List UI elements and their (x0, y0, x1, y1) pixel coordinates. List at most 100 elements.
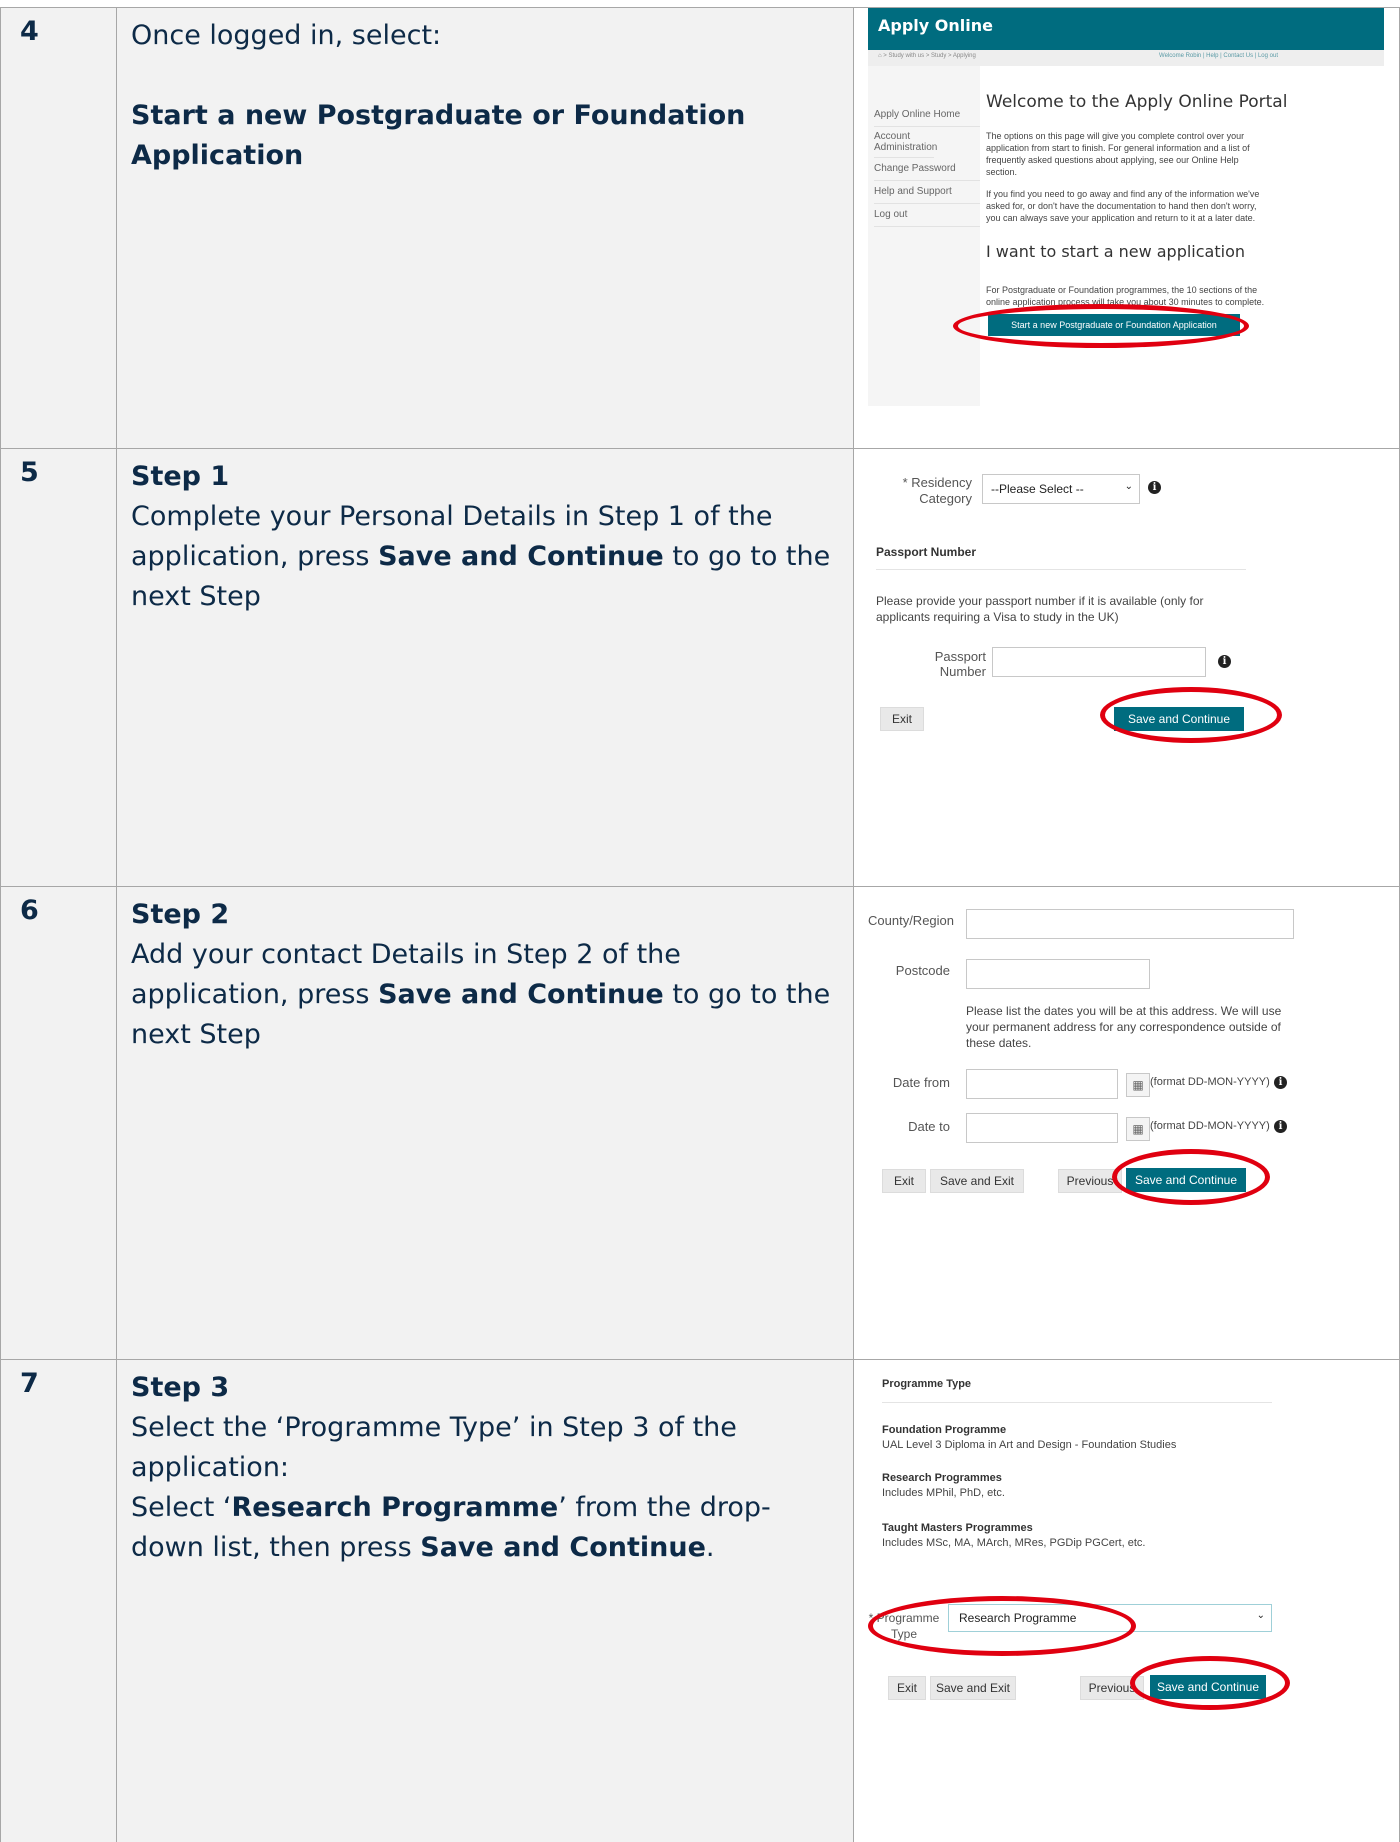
taught-title: Taught Masters Programmes (882, 1522, 1033, 1534)
info-icon[interactable]: i (1148, 481, 1161, 494)
row-number: 7 (20, 1368, 39, 1399)
passport-note: Please provide your passport number if i… (876, 594, 1204, 624)
divider (876, 569, 1246, 570)
research-title: Research Programmes (882, 1472, 1002, 1484)
step1-screenshot-cell: * Residency Category --Please Select -- … (854, 449, 1400, 886)
previous-button[interactable]: Previous (1080, 1676, 1144, 1700)
table-border (0, 8, 1, 1842)
county-label: County/Region (868, 913, 954, 928)
portal-screenshot: Apply Online ⌂ > Study with us > Study >… (868, 8, 1384, 406)
row-6-number-cell: 6 (0, 887, 116, 1359)
row-5-text-bold: Save and Continue (378, 541, 664, 572)
table-border (0, 448, 1400, 449)
instruction-table: 4 Once logged in, select: Start a new Po… (0, 0, 1400, 1842)
info-icon[interactable]: i (1274, 1120, 1287, 1133)
date-from-label: Date from (892, 1075, 950, 1090)
passport-input[interactable] (992, 647, 1206, 677)
row-6-text-bold: Save and Continue (378, 979, 664, 1010)
portal-para3: For Postgraduate or Foundation programme… (986, 285, 1265, 307)
passport-heading: Passport Number (876, 545, 977, 559)
menu-item-home[interactable]: Apply Online Home (874, 104, 980, 127)
row-4-bold-line: Start a new Postgraduate or Foundation A… (131, 100, 746, 171)
step2-screenshot: County/Region Postcode Please list the d… (868, 887, 1384, 1237)
chevron-down-icon: ⌄ (1256, 1610, 1265, 1621)
exit-button[interactable]: Exit (888, 1676, 926, 1700)
divider (882, 1402, 1272, 1403)
row-number: 6 (20, 895, 39, 926)
programme-type-select[interactable]: Research Programme ⌄ (948, 1604, 1272, 1632)
table-border (0, 1359, 1400, 1360)
start-application-button[interactable]: Start a new Postgraduate or Foundation A… (988, 314, 1240, 336)
row-7-line1: Select the ‘Programme Type’ in Step 3 of… (131, 1412, 737, 1483)
portal-menu: Apply Online Home Account Administration… (874, 104, 980, 227)
chevron-down-icon: ⌄ (1124, 481, 1133, 492)
county-input[interactable] (966, 909, 1294, 939)
portal-breadcrumb-bar: ⌂ > Study with us > Study > Applying Wel… (868, 50, 1384, 66)
residency-select-value: --Please Select -- (991, 482, 1084, 496)
row-number: 4 (20, 16, 39, 47)
foundation-desc: UAL Level 3 Diploma in Art and Design - … (882, 1439, 1177, 1451)
residency-select[interactable]: --Please Select -- ⌄ (982, 474, 1140, 504)
portal-para1: The options on this page will give you c… (986, 131, 1250, 177)
row-5-text-cell: Step 1 Complete your Personal Details in… (117, 449, 853, 886)
portal-screenshot-cell: Apply Online ⌂ > Study with us > Study >… (854, 8, 1400, 448)
portal-header-title: Apply Online (878, 16, 993, 35)
row-7-line2-end: . (705, 1532, 715, 1563)
row-4-instructions: Once logged in, select: Start a new Post… (131, 16, 831, 176)
row-7-number-cell: 7 (0, 1360, 116, 1842)
exit-button[interactable]: Exit (880, 707, 924, 731)
date-to-input[interactable] (966, 1113, 1118, 1143)
row-5-number-cell: 5 (0, 449, 116, 886)
residency-label: * Residency Category (902, 475, 972, 506)
info-icon[interactable]: i (1218, 655, 1231, 668)
postcode-input[interactable] (966, 959, 1150, 989)
portal-body: Apply Online Home Account Administration… (868, 66, 1384, 406)
previous-button[interactable]: Previous (1058, 1169, 1122, 1193)
step3-screenshot-cell: Programme Type Foundation Programme UAL … (854, 1360, 1400, 1842)
step2-screenshot-cell: County/Region Postcode Please list the d… (854, 887, 1400, 1359)
portal-header: Apply Online (868, 8, 1384, 50)
table-border (0, 886, 1400, 887)
menu-item-help[interactable]: Help and Support (874, 181, 980, 204)
portal-content: Welcome to the Apply Online Portal The o… (980, 66, 1384, 406)
menu-item-account[interactable]: Account Administration (874, 127, 937, 158)
table-border (853, 8, 854, 1842)
taught-desc: Includes MSc, MA, MArch, MRes, PGDip PGC… (882, 1537, 1146, 1549)
row-7-text-cell: Step 3 Select the ‘Programme Type’ in St… (117, 1360, 853, 1842)
save-continue-button[interactable]: Save and Continue (1150, 1675, 1266, 1699)
programme-type-value: Research Programme (959, 1611, 1077, 1625)
menu-item-password[interactable]: Change Password (874, 158, 980, 181)
postcode-label: Postcode (895, 963, 950, 978)
programme-type-heading: Programme Type (882, 1378, 972, 1390)
welcome-links[interactable]: Welcome Robin | Help | Contact Us | Log … (1159, 53, 1278, 59)
calendar-icon[interactable]: ▦ (1126, 1117, 1150, 1141)
breadcrumb[interactable]: ⌂ > Study with us > Study > Applying (878, 53, 976, 59)
portal-subtitle: I want to start a new application (986, 242, 1245, 261)
row-6-instructions: Step 2 Add your contact Details in Step … (131, 895, 831, 1055)
row-7-line2: Select ‘ (131, 1492, 232, 1523)
row-number: 5 (20, 457, 39, 488)
passport-label: Passport Number (934, 649, 986, 679)
row-5-heading: Step 1 (131, 461, 230, 492)
row-7-instructions: Step 3 Select the ‘Programme Type’ in St… (131, 1368, 831, 1568)
row-4-lead: Once logged in, select: (131, 20, 442, 51)
row-7-heading: Step 3 (131, 1372, 230, 1403)
menu-item-logout[interactable]: Log out (874, 204, 980, 227)
step1-screenshot: * Residency Category --Please Select -- … (868, 449, 1384, 749)
date-from-input[interactable] (966, 1069, 1118, 1099)
row-7-line2-bold2: Save and Continue (420, 1532, 706, 1563)
save-continue-button[interactable]: Save and Continue (1114, 707, 1244, 731)
date-to-format: (format DD-MON-YYYY) (1150, 1120, 1270, 1132)
table-border (116, 8, 117, 1842)
foundation-title: Foundation Programme (882, 1424, 1007, 1436)
research-desc: Includes MPhil, PhD, etc. (882, 1487, 1005, 1499)
portal-para2: If you find you need to go away and find… (986, 189, 1260, 223)
info-icon[interactable]: i (1274, 1076, 1287, 1089)
save-continue-button[interactable]: Save and Continue (1126, 1168, 1246, 1192)
calendar-icon[interactable]: ▦ (1126, 1073, 1150, 1097)
date-to-label: Date to (908, 1119, 950, 1134)
save-exit-button[interactable]: Save and Exit (930, 1169, 1024, 1193)
exit-button[interactable]: Exit (882, 1169, 926, 1193)
row-4-number-cell: 4 (0, 8, 116, 448)
save-exit-button[interactable]: Save and Exit (930, 1676, 1016, 1700)
